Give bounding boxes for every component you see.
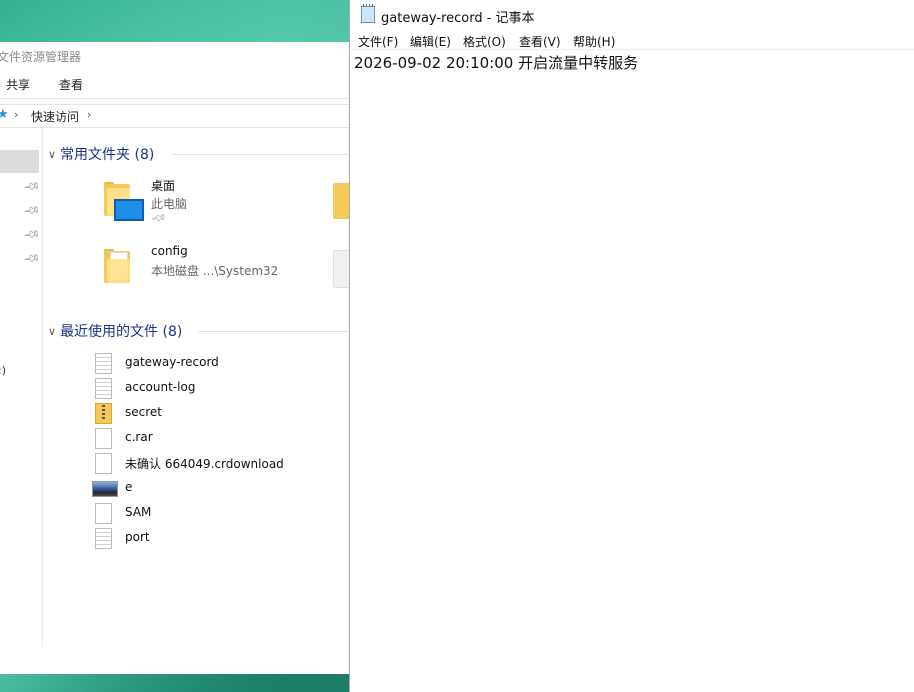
pin-icon: 📌︎ bbox=[149, 210, 167, 227]
menu-edit[interactable]: 编辑(E) bbox=[410, 33, 451, 50]
file-name[interactable]: SAM bbox=[125, 505, 151, 519]
folder-location: 本地磁盘 ...\System32 bbox=[151, 264, 279, 278]
explorer-title: 文件资源管理器 bbox=[0, 50, 82, 64]
nav-item-selected[interactable] bbox=[0, 150, 39, 173]
text-file-icon bbox=[95, 528, 112, 549]
menu-help[interactable]: 帮助(H) bbox=[573, 33, 615, 50]
pin-icon: 📌︎ bbox=[22, 249, 42, 268]
file-name[interactable]: port bbox=[125, 530, 150, 544]
chevron-right-icon[interactable]: › bbox=[87, 108, 91, 121]
file-explorer-window: 文件资源管理器 共享 查看 ★ › 快速访问 › 📌︎ 📌︎ 📌︎ 📌︎ :) … bbox=[0, 42, 353, 674]
ribbon-divider bbox=[0, 98, 352, 99]
text-file-icon bbox=[95, 378, 112, 399]
zip-folder-icon bbox=[95, 403, 112, 424]
chevron-down-icon[interactable]: ∨ bbox=[48, 325, 56, 338]
section-divider bbox=[198, 331, 352, 332]
menu-bar: 文件(F) 编辑(E) 格式(O) 查看(V) 帮助(H) bbox=[350, 30, 914, 50]
desktop-folder-icon[interactable] bbox=[104, 182, 144, 221]
file-name[interactable]: account-log bbox=[125, 380, 195, 394]
address-bar[interactable]: ★ › 快速访问 › bbox=[0, 104, 352, 128]
notepad-title-bar[interactable]: gateway-record - 记事本 bbox=[350, 0, 914, 30]
notepad-window: gateway-record - 记事本 文件(F) 编辑(E) 格式(O) 查… bbox=[349, 0, 914, 692]
blank-file-icon bbox=[95, 453, 112, 474]
breadcrumb-quick-access[interactable]: 快速访问 bbox=[31, 108, 79, 125]
section-frequent-folders[interactable]: ∨ 常用文件夹 (8) bbox=[48, 144, 154, 164]
section-title: 最近使用的文件 (8) bbox=[60, 324, 183, 340]
pin-icon: 📌︎ bbox=[22, 177, 42, 196]
folder-name[interactable]: config bbox=[151, 244, 188, 258]
navigation-pane: 📌︎ 📌︎ 📌︎ 📌︎ :) bbox=[0, 127, 43, 647]
file-name[interactable]: 未确认 664049.crdownload bbox=[125, 455, 284, 472]
file-name[interactable]: c.rar bbox=[125, 430, 153, 444]
window-title: gateway-record - 记事本 bbox=[381, 11, 535, 26]
section-divider bbox=[172, 154, 352, 155]
image-file-icon bbox=[92, 481, 118, 497]
ribbon-tab-share[interactable]: 共享 bbox=[6, 76, 30, 93]
file-name[interactable]: secret bbox=[125, 405, 162, 419]
ribbon-tab-view[interactable]: 查看 bbox=[59, 76, 83, 93]
section-recent-files[interactable]: ∨ 最近使用的文件 (8) bbox=[48, 321, 182, 341]
section-title: 常用文件夹 (8) bbox=[60, 147, 155, 163]
menu-format[interactable]: 格式(O) bbox=[463, 33, 506, 50]
notepad-icon bbox=[361, 4, 375, 23]
chevron-right-icon[interactable]: › bbox=[14, 108, 18, 121]
blank-file-icon bbox=[95, 503, 112, 524]
file-name[interactable]: e bbox=[125, 480, 132, 494]
blank-file-icon bbox=[95, 428, 112, 449]
menu-file[interactable]: 文件(F) bbox=[358, 33, 398, 50]
quick-access-star-icon: ★ bbox=[0, 107, 9, 122]
chevron-down-icon[interactable]: ∨ bbox=[48, 148, 56, 161]
text-file-icon bbox=[95, 353, 112, 374]
folder-icon[interactable] bbox=[104, 249, 132, 283]
pin-icon: 📌︎ bbox=[22, 201, 42, 220]
document-text[interactable]: 2026-09-02 20:10:00 开启流量中转服务 bbox=[354, 52, 638, 73]
nav-item-drive[interactable]: :) bbox=[0, 364, 6, 377]
pin-icon: 📌︎ bbox=[22, 225, 42, 244]
file-name[interactable]: gateway-record bbox=[125, 355, 219, 369]
menu-view[interactable]: 查看(V) bbox=[519, 33, 561, 50]
folder-name[interactable]: 桌面 bbox=[151, 177, 175, 194]
